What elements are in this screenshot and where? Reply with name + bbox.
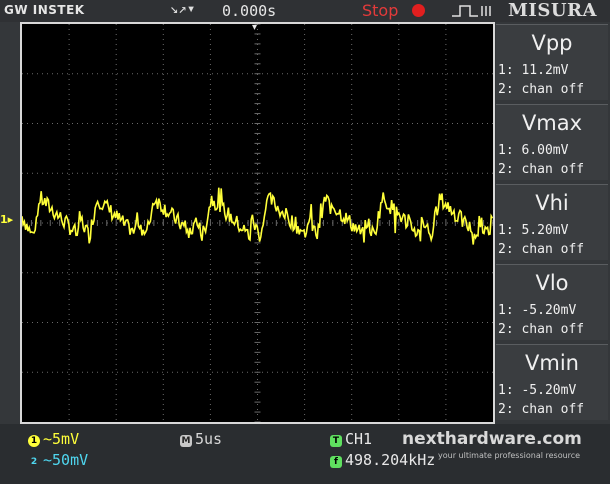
measurement-ch2-value: 2: chan off [498,162,585,177]
top-status-bar: GW INSTEK ↘↗▾ 0.000s Stop MISURA [0,0,610,22]
site-watermark: nexthardware.com your ultimate professio… [402,424,610,484]
trigger-delay-readout: 0.000s [222,2,277,20]
measurement-panel: Vpp 1: 11.2mV 2: chan off Vmax 1: 6.00mV… [496,24,608,422]
measurement-ch1-value: 1: -5.20mV [498,383,577,398]
waveform-plot [22,24,493,422]
timebase-value: 5us [195,430,223,448]
measurement-name: Vpp [531,31,573,55]
trigger-source-readout[interactable]: T CH1 [330,430,372,448]
watermark-tagline: your ultimate professional resource [438,451,581,460]
measurement-ch2-value: 2: chan off [498,402,585,417]
ch1-ground-marker[interactable]: 1▸ [0,213,13,226]
ch1-scale-readout[interactable]: 1 ~5mV [28,430,79,448]
brand-logo: GW INSTEK [4,3,85,17]
measurement-ch2-value: 2: chan off [498,242,585,257]
frequency-badge-icon: f [330,456,342,468]
measurement-ch1-value: 1: 5.20mV [498,223,569,238]
measurement-ch1-value: 1: -5.20mV [498,303,577,318]
stop-indicator-icon [412,4,425,17]
ch2-scale-value: ~50mV [43,451,89,469]
ch2-scale-readout[interactable]: 2 ~50mV [28,451,88,469]
trigger-source-value: CH1 [345,430,373,448]
trigger-badge-icon: T [330,435,342,447]
measurement-vhi[interactable]: Vhi 1: 5.20mV 2: chan off [496,184,608,260]
measurement-ch2-value: 2: chan off [498,322,585,337]
measurement-name: Vlo [535,271,569,295]
trigger-position-marker[interactable]: ▾ [252,22,257,33]
measurement-vmin[interactable]: Vmin 1: -5.20mV 2: chan off [496,344,608,420]
measurement-vmax[interactable]: Vmax 1: 6.00mV 2: chan off [496,104,608,180]
oscilloscope-screen: GW INSTEK ↘↗▾ 0.000s Stop MISURA 1▸ ▾ Vp… [0,0,610,484]
run-stop-status[interactable]: Stop [362,1,398,20]
menu-title: MISURA [508,0,597,21]
measurement-name: Vmax [521,111,583,135]
measurement-name: Vhi [535,191,569,215]
measurement-name: Vmin [525,351,579,375]
ch1-waveform-trace [22,187,493,245]
waveform-graticule [20,22,495,424]
measurement-vlo[interactable]: Vlo 1: -5.20mV 2: chan off [496,264,608,340]
measurement-ch1-value: 1: 11.2mV [498,63,569,78]
trigger-slope-icon[interactable]: ↘↗▾ [170,1,195,17]
measurement-ch2-value: 2: chan off [498,82,585,97]
timebase-readout[interactable]: M 5us [180,430,222,448]
ch1-scale-value: ~5mV [43,430,80,448]
ch2-badge-icon: 2 [30,457,38,467]
measurement-ch1-value: 1: 6.00mV [498,143,569,158]
ch1-badge-icon: 1 [28,435,40,447]
trigger-edge-icon [452,5,491,17]
measurement-vpp[interactable]: Vpp 1: 11.2mV 2: chan off [496,24,608,100]
timebase-badge-icon: M [180,435,192,447]
watermark-site: nexthardware.com [402,429,582,449]
